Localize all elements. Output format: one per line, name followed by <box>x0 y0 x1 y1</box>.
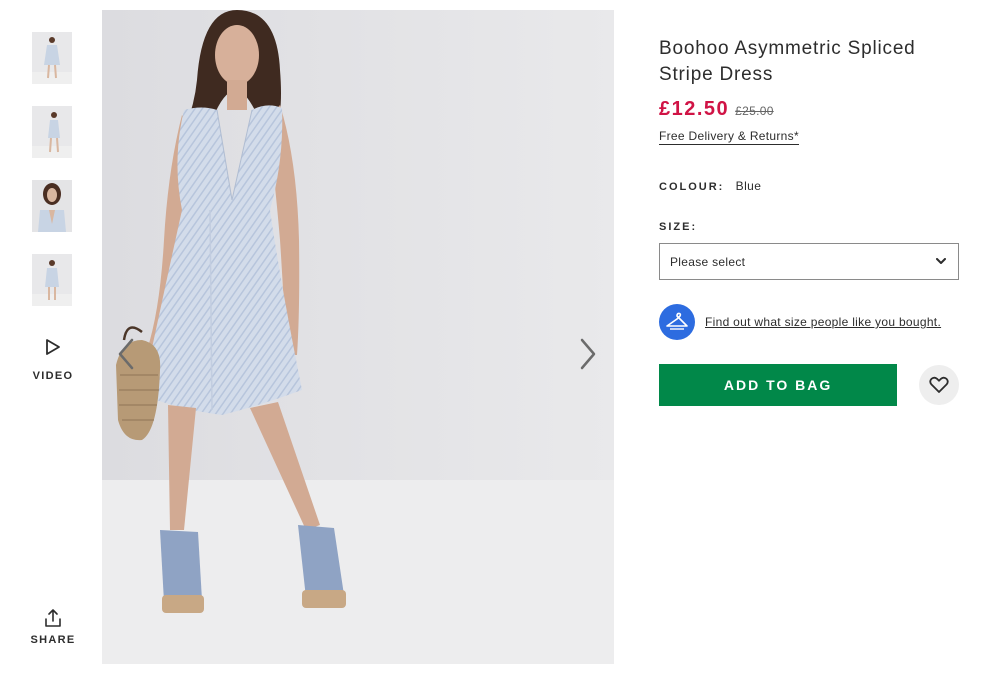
fit-assistant-link[interactable]: Find out what size people like you bough… <box>705 315 941 329</box>
size-label: SIZE: <box>659 221 698 233</box>
play-icon <box>46 339 60 355</box>
product-photo <box>102 10 614 664</box>
thumbnail-side-image <box>32 106 72 158</box>
product-title-line-2: Stripe Dress <box>659 64 774 85</box>
chevron-left-icon[interactable] <box>112 332 142 376</box>
product-title-line-1: Boohoo Asymmetric Spliced <box>659 38 916 59</box>
colour-row: COLOUR: Blue <box>659 179 959 193</box>
thumbnail-front[interactable] <box>32 32 72 84</box>
colour-value: Blue <box>735 179 762 193</box>
colour-label: COLOUR: <box>659 181 725 193</box>
hanger-icon[interactable] <box>659 304 695 340</box>
size-select[interactable]: Please select <box>659 243 959 280</box>
product-info-panel: Boohoo Asymmetric Spliced Stripe Dress £… <box>659 36 959 406</box>
share-label: SHARE <box>30 634 76 646</box>
save-for-later-button[interactable] <box>919 365 959 405</box>
main-product-image <box>102 10 614 664</box>
video-label: VIDEO <box>32 370 74 382</box>
thumbnail-front-image <box>32 32 72 84</box>
product-title: Boohoo Asymmetric Spliced Stripe Dress <box>659 36 959 88</box>
add-to-bag-button[interactable]: ADD TO BAG <box>659 364 898 406</box>
thumbnail-closeup-image <box>32 180 72 232</box>
heart-icon <box>929 376 949 393</box>
chevron-right-icon[interactable] <box>572 332 602 376</box>
size-select-value: Please select <box>670 254 746 269</box>
fit-assistant-row: Find out what size people like you bough… <box>659 304 959 340</box>
thumbnail-list <box>32 32 72 328</box>
thumbnail-side[interactable] <box>32 106 72 158</box>
video-button[interactable]: VIDEO <box>30 338 76 382</box>
share-icon <box>45 609 61 627</box>
thumbnail-closeup[interactable] <box>32 180 72 232</box>
chevron-down-icon <box>936 258 946 264</box>
thumbnail-back-image <box>32 254 72 306</box>
share-button[interactable]: SHARE <box>30 608 76 646</box>
bag-row: ADD TO BAG <box>659 364 959 406</box>
previous-price: £25.00 <box>735 104 774 118</box>
price-row: £12.50 £25.00 <box>659 98 959 121</box>
thumbnail-back[interactable] <box>32 254 72 306</box>
free-delivery-link[interactable]: Free Delivery & Returns* <box>659 129 799 145</box>
current-price: £12.50 <box>659 98 730 120</box>
